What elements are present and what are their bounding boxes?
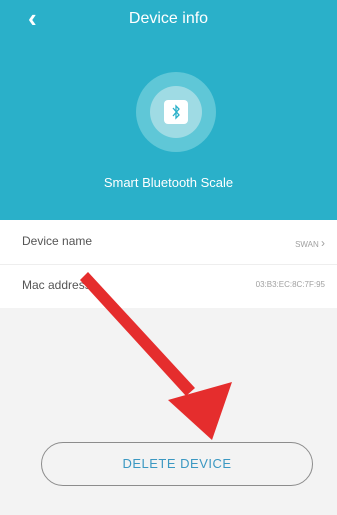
- device-name-label: Device name: [22, 234, 93, 248]
- device-name-heading: Smart Bluetooth Scale: [103, 175, 234, 190]
- device-name-row[interactable]: Device name SWAN ›: [0, 220, 337, 265]
- delete-device-button[interactable]: DELETE DEVICE: [41, 442, 313, 486]
- bluetooth-icon: [164, 100, 188, 124]
- mac-address-label: Mac address: [22, 278, 91, 292]
- page-title: Device info: [128, 10, 209, 27]
- mac-address-value: 03:B3:EC:8C:7F:95: [255, 280, 325, 289]
- arrow-head: [168, 382, 232, 440]
- device-name-value: SWAN ›: [295, 236, 325, 250]
- mac-address-row: Mac address 03:B3:EC:8C:7F:95: [0, 264, 337, 308]
- chevron-right-icon: ›: [321, 236, 325, 250]
- header: ‹ Device info Smart Bluetooth Scale: [0, 0, 337, 220]
- device-info-list: Device name SWAN › Mac address 03:B3:EC:…: [0, 220, 337, 308]
